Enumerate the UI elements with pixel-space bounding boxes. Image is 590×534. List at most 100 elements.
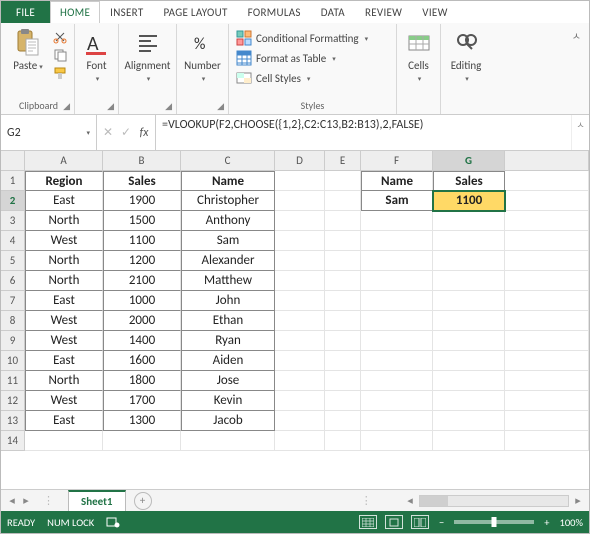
cell-E8[interactable]: [325, 311, 361, 331]
cell-blank-13[interactable]: [505, 411, 589, 431]
cell-blank-7[interactable]: [505, 291, 589, 311]
tab-home[interactable]: HOME: [50, 1, 100, 23]
cell-D8[interactable]: [275, 311, 325, 331]
cell-blank-4[interactable]: [505, 231, 589, 251]
cell-E14[interactable]: [325, 431, 361, 451]
cell-E5[interactable]: [325, 251, 361, 271]
cell-D7[interactable]: [275, 291, 325, 311]
cell-E12[interactable]: [325, 391, 361, 411]
font-group-button[interactable]: A Font▾: [79, 26, 114, 85]
cell-B1[interactable]: Sales: [103, 171, 181, 191]
cell-C14[interactable]: [181, 431, 275, 451]
cells-group-button[interactable]: Cells▾: [401, 26, 436, 85]
row-header-4[interactable]: 4: [1, 231, 25, 251]
cell-A3[interactable]: North: [25, 211, 103, 231]
tab-file[interactable]: FILE: [1, 1, 50, 23]
paste-button[interactable]: Paste▾: [7, 26, 49, 73]
cell-C9[interactable]: Ryan: [181, 331, 275, 351]
cell-C1[interactable]: Name: [181, 171, 275, 191]
cell-E2[interactable]: [325, 191, 361, 211]
number-group-button[interactable]: % Number▾: [181, 26, 224, 85]
cell-blank-3[interactable]: [505, 211, 589, 231]
cell-E9[interactable]: [325, 331, 361, 351]
cell-C12[interactable]: Kevin: [181, 391, 275, 411]
cell-D14[interactable]: [275, 431, 325, 451]
cell-C8[interactable]: Ethan: [181, 311, 275, 331]
col-header-blank[interactable]: [505, 151, 589, 171]
cell-C11[interactable]: Jose: [181, 371, 275, 391]
cell-A11[interactable]: North: [25, 371, 103, 391]
font-launcher[interactable]: ◢: [107, 101, 114, 112]
row-header-3[interactable]: 3: [1, 211, 25, 231]
cell-D9[interactable]: [275, 331, 325, 351]
cell-G13[interactable]: [433, 411, 505, 431]
cell-A5[interactable]: North: [25, 251, 103, 271]
hscroll-thumb[interactable]: [420, 496, 448, 506]
cell-B10[interactable]: 1600: [103, 351, 181, 371]
cell-D10[interactable]: [275, 351, 325, 371]
cell-D11[interactable]: [275, 371, 325, 391]
cut-button[interactable]: [51, 28, 69, 46]
cell-A2[interactable]: East: [25, 191, 103, 211]
cell-C6[interactable]: Matthew: [181, 271, 275, 291]
cell-E1[interactable]: [325, 171, 361, 191]
col-header-F[interactable]: F: [361, 151, 433, 171]
tab-data[interactable]: DATA: [311, 1, 355, 23]
format-as-table-button[interactable]: Format as Table▾: [233, 48, 392, 68]
cell-D5[interactable]: [275, 251, 325, 271]
cell-A9[interactable]: West: [25, 331, 103, 351]
cell-B8[interactable]: 2000: [103, 311, 181, 331]
cell-G10[interactable]: [433, 351, 505, 371]
cell-E10[interactable]: [325, 351, 361, 371]
formula-enter-button[interactable]: ✓: [118, 125, 134, 140]
cell-blank-12[interactable]: [505, 391, 589, 411]
col-header-C[interactable]: C: [181, 151, 275, 171]
formula-input[interactable]: =VLOOKUP(F2,CHOOSE({1,2},C2:C13,B2:B13),…: [156, 115, 571, 150]
row-header-13[interactable]: 13: [1, 411, 25, 431]
collapse-ribbon-button[interactable]: ㅅ: [566, 24, 587, 47]
cell-C4[interactable]: Sam: [181, 231, 275, 251]
cell-F8[interactable]: [361, 311, 433, 331]
cell-G2[interactable]: 1100: [433, 191, 505, 211]
cell-E3[interactable]: [325, 211, 361, 231]
editing-group-button[interactable]: Editing▾: [445, 26, 487, 85]
row-header-12[interactable]: 12: [1, 391, 25, 411]
cell-G4[interactable]: [433, 231, 505, 251]
cell-B3[interactable]: 1500: [103, 211, 181, 231]
cell-A7[interactable]: East: [25, 291, 103, 311]
tab-insert[interactable]: INSERT: [100, 1, 153, 23]
sheet-nav-prev[interactable]: ▸: [19, 494, 33, 507]
cell-B12[interactable]: 1700: [103, 391, 181, 411]
cell-F14[interactable]: [361, 431, 433, 451]
hscroll-right[interactable]: ▸: [571, 494, 585, 508]
cell-B9[interactable]: 1400: [103, 331, 181, 351]
cell-F9[interactable]: [361, 331, 433, 351]
cell-A14[interactable]: [25, 431, 103, 451]
cell-B7[interactable]: 1000: [103, 291, 181, 311]
row-header-14[interactable]: 14: [1, 431, 25, 451]
sheet-nav-first[interactable]: ◂: [5, 494, 19, 507]
cell-G11[interactable]: [433, 371, 505, 391]
zoom-slider[interactable]: [454, 520, 534, 524]
zoom-level[interactable]: 100%: [560, 516, 583, 529]
cell-C2[interactable]: Christopher: [181, 191, 275, 211]
cell-F5[interactable]: [361, 251, 433, 271]
cell-G6[interactable]: [433, 271, 505, 291]
cell-styles-button[interactable]: Cell Styles▾: [233, 68, 392, 88]
cell-blank-1[interactable]: [505, 171, 589, 191]
cell-B4[interactable]: 1100: [103, 231, 181, 251]
cell-B13[interactable]: 1300: [103, 411, 181, 431]
hscroll-track[interactable]: [419, 495, 569, 507]
row-header-5[interactable]: 5: [1, 251, 25, 271]
row-header-9[interactable]: 9: [1, 331, 25, 351]
row-header-6[interactable]: 6: [1, 271, 25, 291]
alignment-launcher[interactable]: ◢: [165, 101, 172, 112]
insert-function-button[interactable]: fx: [136, 126, 152, 140]
cell-A12[interactable]: West: [25, 391, 103, 411]
cell-F3[interactable]: [361, 211, 433, 231]
cell-C7[interactable]: John: [181, 291, 275, 311]
col-header-A[interactable]: A: [25, 151, 103, 171]
cell-E11[interactable]: [325, 371, 361, 391]
cell-blank-5[interactable]: [505, 251, 589, 271]
cell-F11[interactable]: [361, 371, 433, 391]
